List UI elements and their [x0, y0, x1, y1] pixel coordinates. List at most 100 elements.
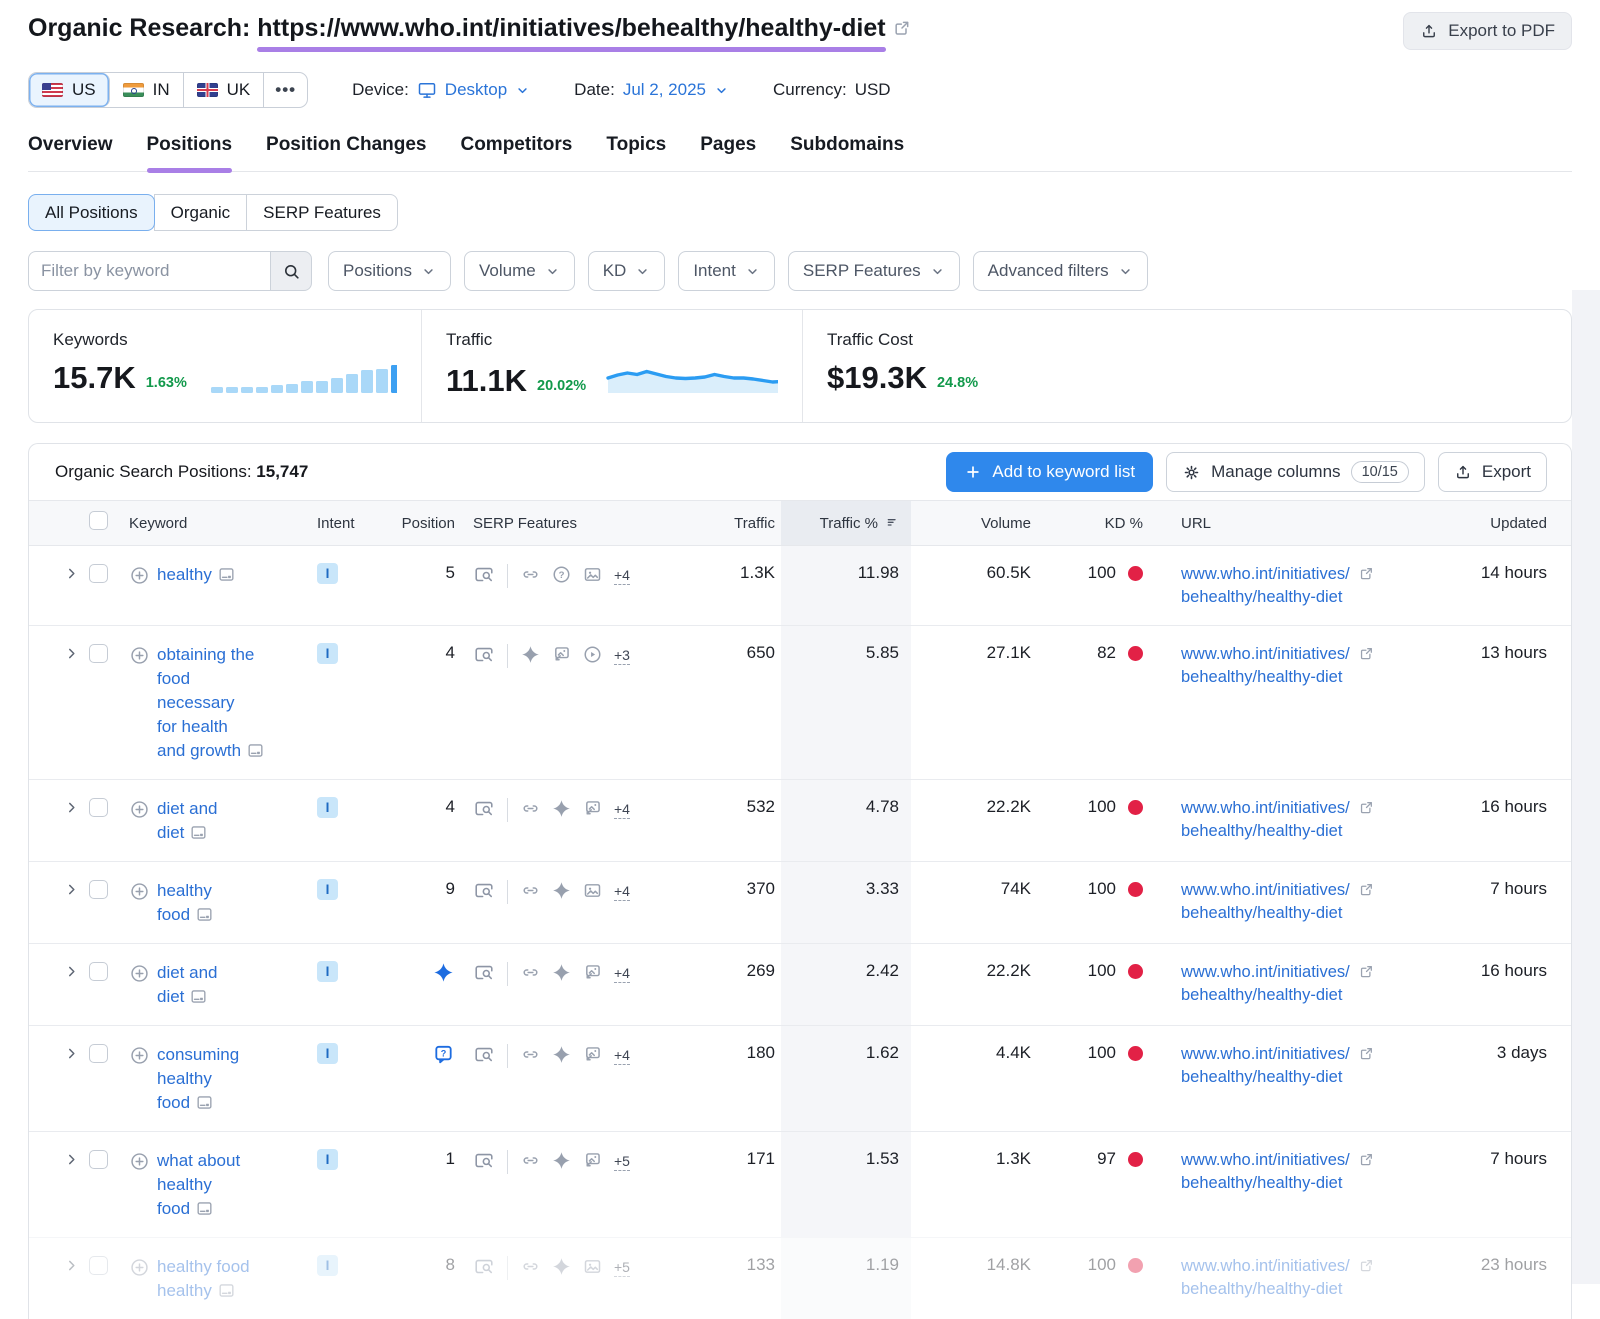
manage-columns-button[interactable]: Manage columns 10/15 [1166, 452, 1425, 492]
chevron-down-icon[interactable] [515, 83, 530, 98]
url-link[interactable]: www.who.int/initiatives/ [1181, 963, 1350, 981]
subtab-serp-features[interactable]: SERP Features [246, 194, 398, 231]
row-checkbox[interactable] [89, 644, 108, 663]
url-link-line2[interactable]: behealthy/healthy-diet [1181, 586, 1383, 609]
serp-more-features[interactable]: +4 [614, 566, 630, 585]
country-tab-in[interactable]: IN [110, 73, 184, 107]
serp-snapshot-icon[interactable] [246, 741, 265, 760]
intent-badge-informational[interactable]: I [317, 879, 338, 900]
row-checkbox[interactable] [89, 1044, 108, 1063]
external-link-icon[interactable] [1358, 881, 1375, 898]
subtab-all-positions[interactable]: All Positions [28, 194, 155, 231]
chevron-down-icon[interactable] [714, 83, 729, 98]
row-checkbox[interactable] [89, 1256, 108, 1275]
tab-overview[interactable]: Overview [28, 134, 113, 156]
column-header-position[interactable]: Position [367, 515, 459, 532]
column-header-traffic[interactable]: Traffic [671, 515, 781, 532]
export-button[interactable]: Export [1438, 452, 1547, 492]
tab-subdomains[interactable]: Subdomains [790, 134, 904, 156]
serp-more-features[interactable]: +4 [614, 964, 630, 983]
add-keyword-icon[interactable] [129, 645, 150, 666]
select-all-checkbox[interactable] [89, 511, 108, 530]
serp-snapshot-icon[interactable] [195, 905, 214, 924]
column-header-traffic-pct[interactable]: Traffic % [781, 501, 911, 545]
external-link-icon[interactable] [892, 18, 912, 38]
serp-more-features[interactable]: +4 [614, 800, 630, 819]
column-header-keyword[interactable]: Keyword [119, 515, 309, 532]
external-link-icon[interactable] [1358, 799, 1375, 816]
tab-topics[interactable]: Topics [606, 134, 666, 156]
filter-dropdown-intent[interactable]: Intent [678, 251, 775, 291]
add-keyword-icon[interactable] [129, 1151, 150, 1172]
serp-snapshot-icon[interactable] [195, 1093, 214, 1112]
filter-dropdown-advanced-filters[interactable]: Advanced filters [973, 251, 1148, 291]
device-selector[interactable]: Desktop [445, 80, 507, 100]
keyword-link[interactable]: healthy foodhealthy [157, 1255, 250, 1303]
external-link-icon[interactable] [1358, 1045, 1375, 1062]
date-selector[interactable]: Jul 2, 2025 [623, 80, 706, 100]
url-link-line2[interactable]: behealthy/healthy-diet [1181, 820, 1383, 843]
column-header-updated[interactable]: Updated [1383, 515, 1571, 532]
intent-badge-informational[interactable]: I [317, 1255, 338, 1276]
serp-preview-icon[interactable] [473, 564, 495, 586]
url-link[interactable]: www.who.int/initiatives/ [1181, 1151, 1350, 1169]
url-link-line2[interactable]: behealthy/healthy-diet [1181, 1172, 1383, 1195]
url-link-line2[interactable]: behealthy/healthy-diet [1181, 1066, 1383, 1089]
country-tab-uk[interactable]: UK [184, 73, 265, 107]
serp-snapshot-icon[interactable] [189, 987, 208, 1006]
url-link[interactable]: www.who.int/initiatives/ [1181, 881, 1350, 899]
row-checkbox[interactable] [89, 880, 108, 899]
expand-row-icon[interactable] [64, 964, 79, 979]
serp-more-features[interactable]: +4 [614, 882, 630, 901]
search-button[interactable] [270, 251, 312, 291]
filter-dropdown-volume[interactable]: Volume [464, 251, 575, 291]
column-header-url[interactable]: URL [1143, 515, 1383, 532]
more-countries-button[interactable]: ••• [264, 73, 307, 107]
serp-preview-icon[interactable] [473, 962, 495, 984]
filter-dropdown-serp-features[interactable]: SERP Features [788, 251, 960, 291]
keyword-link[interactable]: diet anddiet [157, 797, 218, 845]
serp-more-features[interactable]: +4 [614, 1046, 630, 1065]
row-checkbox[interactable] [89, 1150, 108, 1169]
add-keyword-icon[interactable] [129, 799, 150, 820]
intent-badge-informational[interactable]: I [317, 1149, 338, 1170]
serp-more-features[interactable]: +5 [614, 1258, 630, 1277]
serp-preview-icon[interactable] [473, 798, 495, 820]
intent-badge-informational[interactable]: I [317, 797, 338, 818]
url-link[interactable]: www.who.int/initiatives/ [1181, 1045, 1350, 1063]
expand-row-icon[interactable] [64, 646, 79, 661]
serp-preview-icon[interactable] [473, 880, 495, 902]
url-link[interactable]: www.who.int/initiatives/ [1181, 565, 1350, 583]
external-link-icon[interactable] [1358, 1151, 1375, 1168]
serp-more-features[interactable]: +3 [614, 646, 630, 665]
filter-dropdown-positions[interactable]: Positions [328, 251, 451, 291]
serp-snapshot-icon[interactable] [217, 565, 236, 584]
row-checkbox[interactable] [89, 798, 108, 817]
serp-snapshot-icon[interactable] [189, 823, 208, 842]
keyword-link[interactable]: what abouthealthyfood [157, 1149, 240, 1221]
add-to-keyword-list-button[interactable]: Add to keyword list [946, 452, 1153, 492]
tab-competitors[interactable]: Competitors [460, 134, 572, 156]
url-link-line2[interactable]: behealthy/healthy-diet [1181, 902, 1383, 925]
tab-position-changes[interactable]: Position Changes [266, 134, 426, 156]
expand-row-icon[interactable] [64, 1046, 79, 1061]
keyword-link[interactable]: healthy [157, 563, 236, 609]
url-link-line2[interactable]: behealthy/healthy-diet [1181, 1278, 1383, 1301]
external-link-icon[interactable] [1358, 645, 1375, 662]
row-checkbox[interactable] [89, 564, 108, 583]
keyword-link[interactable]: obtaining thefoodnecessaryfor healthand … [157, 643, 265, 763]
tab-pages[interactable]: Pages [700, 134, 756, 156]
country-tab-us[interactable]: US [29, 73, 110, 107]
filter-dropdown-kd[interactable]: KD [588, 251, 666, 291]
url-link[interactable]: www.who.int/initiatives/ [1181, 799, 1350, 817]
column-header-volume[interactable]: Volume [911, 515, 1031, 532]
tab-positions[interactable]: Positions [147, 134, 233, 156]
serp-preview-icon[interactable] [473, 644, 495, 666]
keyword-link[interactable]: consuminghealthyfood [157, 1043, 239, 1115]
serp-preview-icon[interactable] [473, 1256, 495, 1278]
expand-row-icon[interactable] [64, 1152, 79, 1167]
url-link[interactable]: www.who.int/initiatives/ [1181, 645, 1350, 663]
expand-row-icon[interactable] [64, 1258, 79, 1273]
external-link-icon[interactable] [1358, 565, 1375, 582]
serp-preview-icon[interactable] [473, 1044, 495, 1066]
